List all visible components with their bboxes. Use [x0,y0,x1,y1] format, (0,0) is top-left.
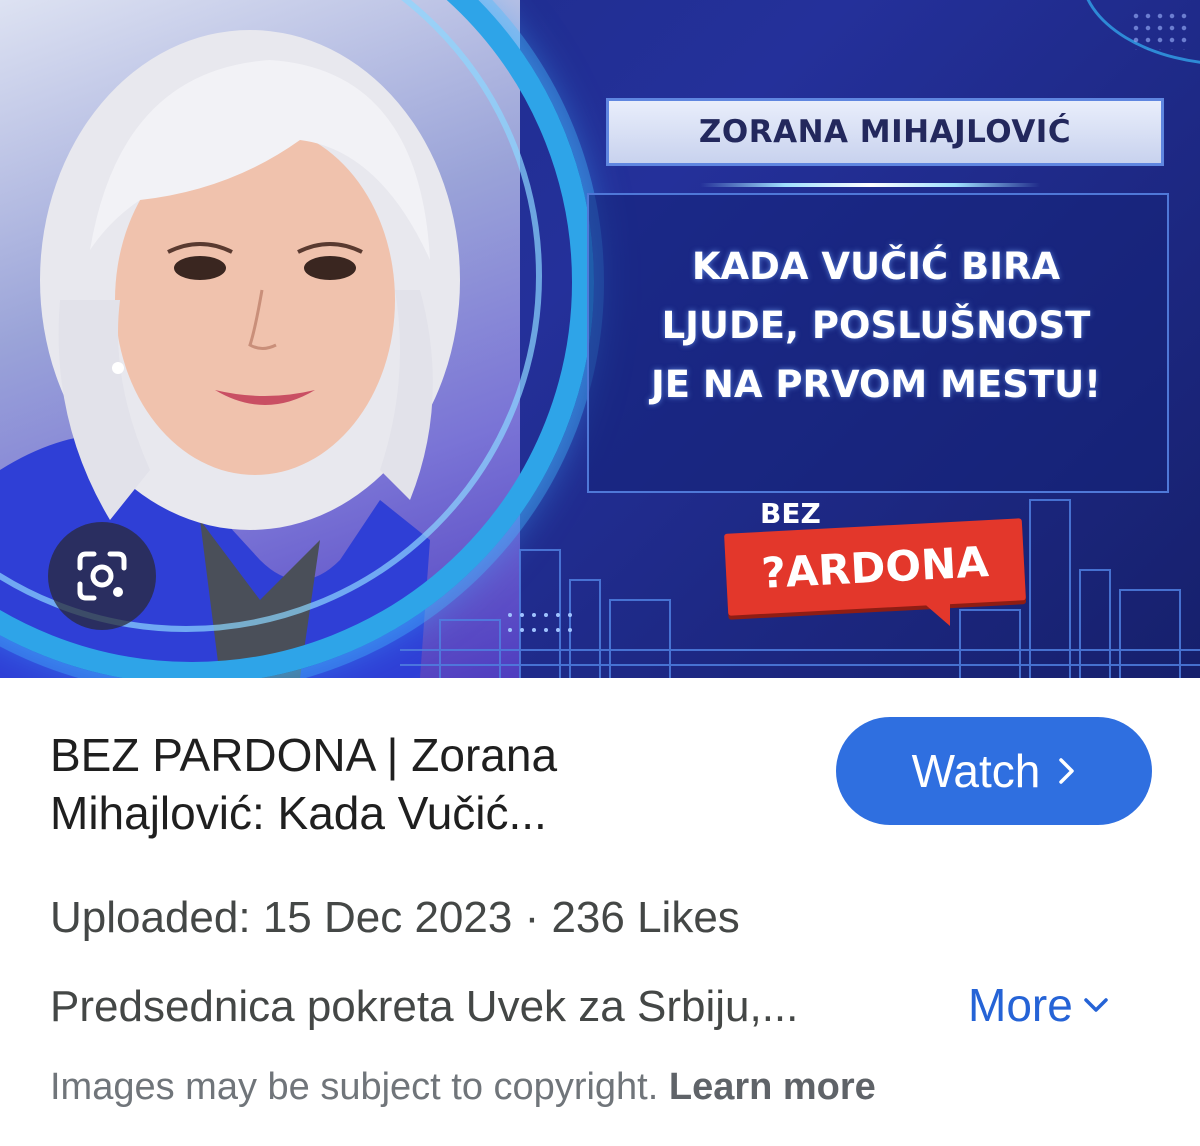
video-thumbnail[interactable]: ZORANA MIHAJLOVIĆ KADA VUČIĆ BIRA LJUDE,… [0,0,1200,678]
watch-button-label: Watch [911,745,1041,797]
glow-divider [700,183,1040,187]
result-description: Predsednica pokreta Uvek za Srbiju,... [50,982,799,1031]
logo-bez: BEZ [760,497,821,530]
chevron-down-icon [1084,998,1108,1012]
more-button[interactable]: More [968,978,1109,1032]
copyright-notice: Images may be subject to copyright. Lear… [50,1066,876,1109]
watch-button[interactable]: Watch [836,717,1152,825]
logo-pardona: ?ARDONA [724,518,1026,616]
result-title[interactable]: BEZ PARDONA | Zorana Mihajlović: Kada Vu… [50,726,770,842]
quote-line-1: KADA VUČIĆ BIRA [691,245,1061,288]
learn-more-link[interactable]: Learn more [669,1066,876,1108]
result-title-line-1: BEZ PARDONA | Zorana [50,729,558,781]
more-button-label: More [968,979,1073,1031]
result-meta: Uploaded: 15 Dec 2023 · 236 Likes [50,893,740,942]
google-lens-icon [77,551,127,601]
guest-name-banner: ZORANA MIHAJLOVIĆ [606,98,1164,166]
chevron-right-icon [1059,758,1075,784]
result-title-line-2: Mihajlović: Kada Vučić... [50,787,547,839]
quote-line-2: LJUDE, POSLUŠNOST [661,304,1091,347]
quote-line-3: JE NA PRVOM MESTU! [650,363,1102,406]
copyright-text: Images may be subject to copyright. [50,1066,659,1108]
google-lens-button[interactable] [48,522,156,630]
decor-dots [1130,10,1190,50]
logo-tail [920,600,950,626]
